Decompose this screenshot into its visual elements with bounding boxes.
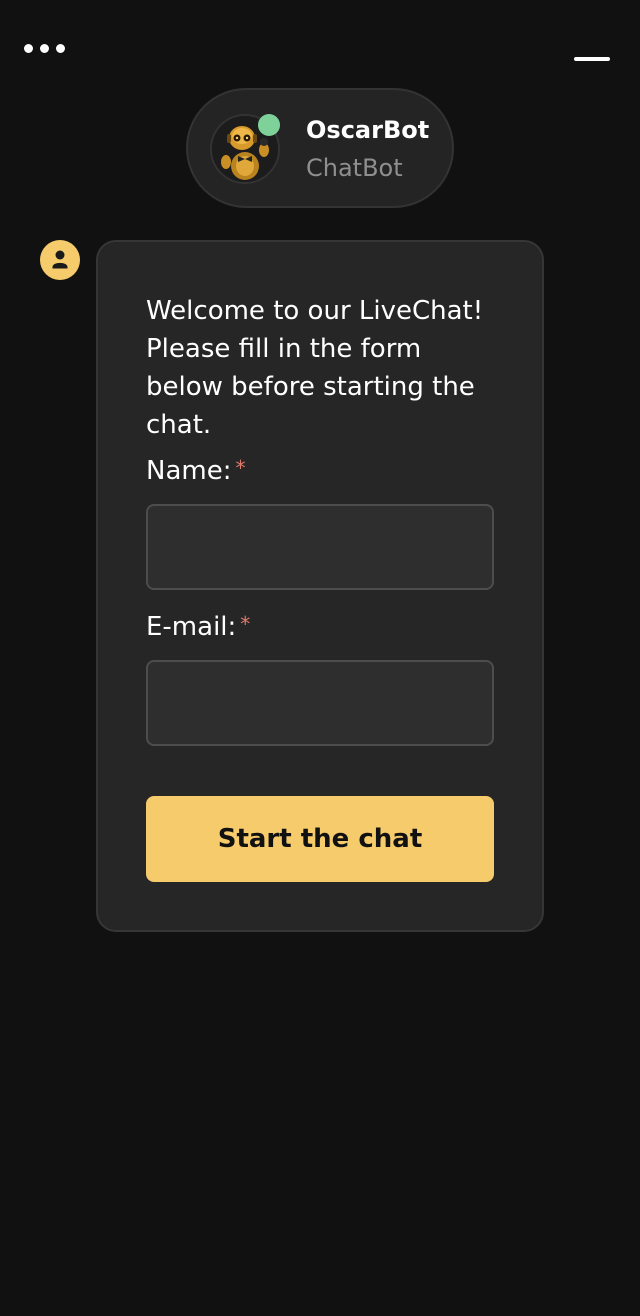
welcome-message-text: Welcome to our LiveChat! Please fill in … — [146, 296, 484, 440]
bot-name: OscarBot — [306, 116, 430, 144]
start-chat-button[interactable]: Start the chat — [146, 796, 494, 882]
dot — [56, 43, 65, 53]
email-label: E-mail: * — [146, 612, 250, 642]
more-dots-icon[interactable] — [24, 38, 74, 58]
minimize-icon[interactable] — [568, 48, 612, 72]
user-icon — [52, 250, 68, 269]
online-status-dot — [258, 114, 280, 136]
top-bar — [0, 0, 640, 80]
email-input[interactable] — [146, 660, 494, 746]
name-label-text: Name: — [146, 456, 232, 486]
dot — [24, 43, 33, 53]
name-label: Name: * — [146, 456, 245, 486]
name-required-mark: * — [235, 456, 246, 480]
email-required-mark: * — [240, 612, 251, 636]
user-avatar — [40, 240, 80, 280]
name-input[interactable] — [146, 504, 494, 590]
welcome-message-card: Welcome to our LiveChat! Please fill in … — [96, 240, 544, 932]
email-label-text: E-mail: — [146, 612, 237, 642]
dot — [40, 43, 49, 53]
bot-header: OscarBot ChatBot — [186, 88, 454, 208]
minimize-bar — [574, 57, 610, 61]
bot-role: ChatBot — [306, 154, 403, 182]
